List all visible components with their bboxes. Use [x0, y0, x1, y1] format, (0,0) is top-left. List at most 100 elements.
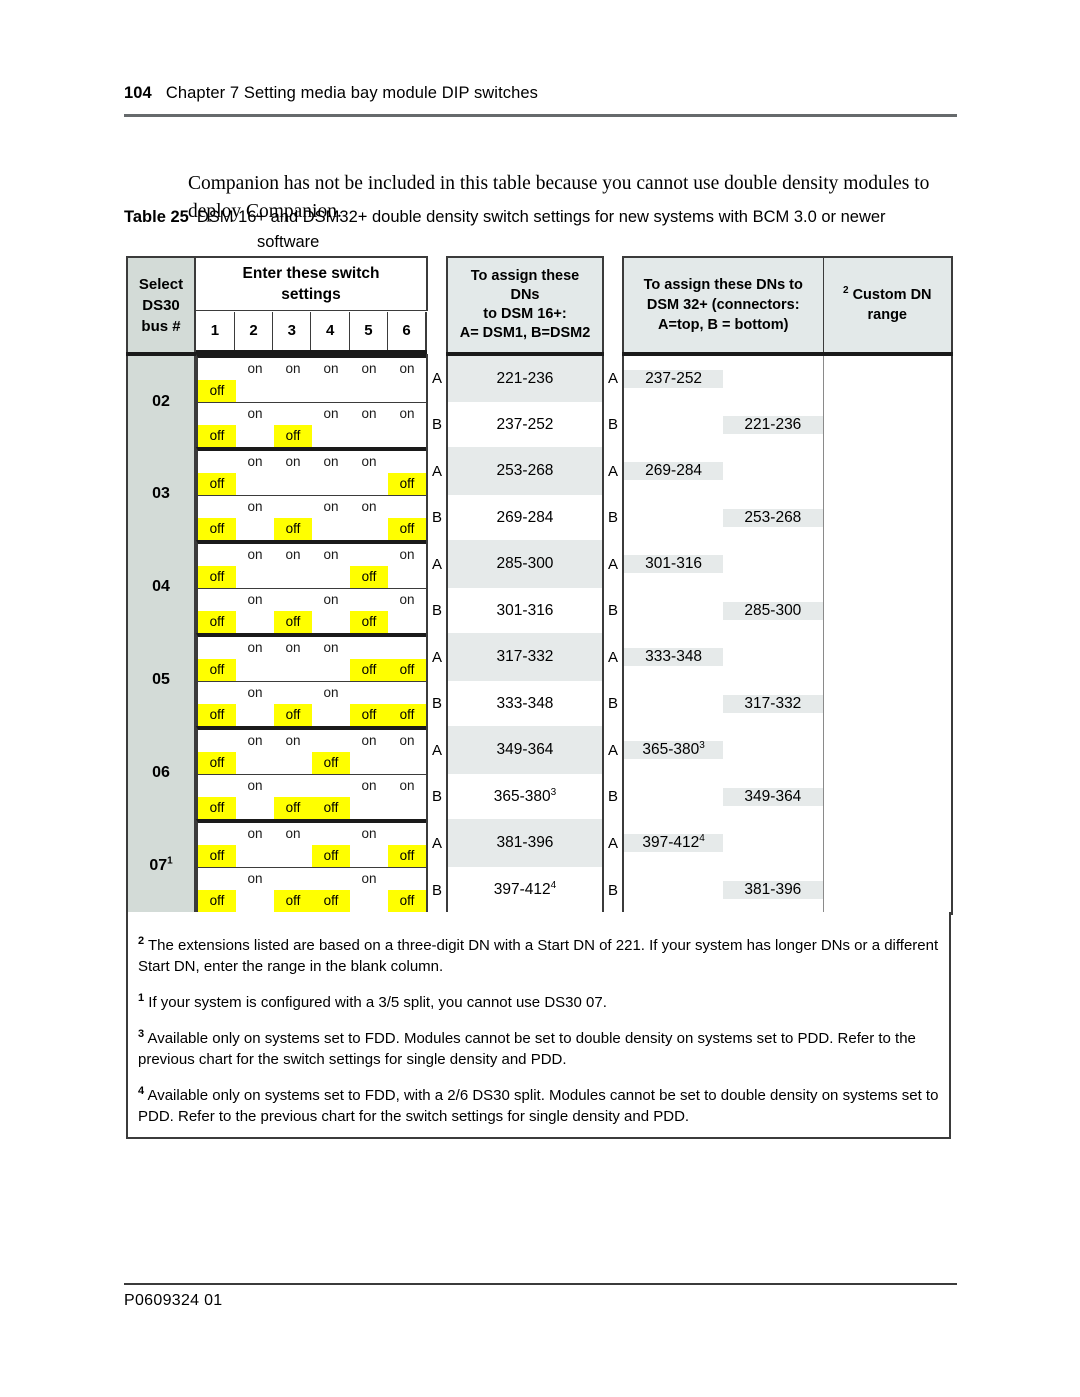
- switch-2-on-slot[interactable]: on: [236, 775, 274, 797]
- switch-4-on-slot[interactable]: [312, 823, 350, 845]
- custom-dn-range-cell[interactable]: [823, 402, 953, 447]
- switch-3-on-slot[interactable]: on: [274, 637, 312, 659]
- switch-2-off-slot[interactable]: [236, 659, 274, 681]
- switch-3-on-slot[interactable]: [274, 589, 312, 611]
- switch-2-off-slot[interactable]: [236, 704, 274, 726]
- switch-6-on-slot[interactable]: [388, 496, 426, 518]
- switch-3-off-slot[interactable]: off: [274, 704, 312, 726]
- switch-2-off-slot[interactable]: [236, 845, 274, 867]
- switch-6-off-slot[interactable]: [388, 611, 426, 633]
- switch-grid[interactable]: on on on on off off: [198, 730, 426, 774]
- switch-1-on-slot[interactable]: [198, 544, 236, 566]
- switch-3-off-slot[interactable]: off: [274, 797, 312, 819]
- switch-5-on-slot[interactable]: on: [350, 775, 388, 797]
- switch-settings-cell[interactable]: on on on on off off: [195, 447, 428, 495]
- switch-settings-cell[interactable]: on on on off off off: [195, 633, 428, 681]
- switch-4-on-slot[interactable]: on: [312, 589, 350, 611]
- switch-5-off-slot[interactable]: off: [350, 611, 388, 633]
- switch-1-off-slot[interactable]: off: [198, 659, 236, 681]
- switch-4-off-slot[interactable]: off: [312, 752, 350, 774]
- switch-4-on-slot[interactable]: on: [312, 358, 350, 380]
- switch-1-on-slot[interactable]: [198, 868, 236, 890]
- switch-1-off-slot[interactable]: off: [198, 566, 236, 588]
- custom-dn-range-cell[interactable]: [823, 540, 953, 588]
- switch-3-on-slot[interactable]: [274, 403, 312, 425]
- switch-5-off-slot[interactable]: [350, 797, 388, 819]
- switch-1-off-slot[interactable]: off: [198, 380, 236, 402]
- switch-4-off-slot[interactable]: [312, 380, 350, 402]
- switch-6-on-slot[interactable]: on: [388, 730, 426, 752]
- switch-2-off-slot[interactable]: [236, 473, 274, 495]
- switch-1-on-slot[interactable]: [198, 682, 236, 704]
- switch-2-off-slot[interactable]: [236, 797, 274, 819]
- switch-2-on-slot[interactable]: on: [236, 682, 274, 704]
- switch-6-off-slot[interactable]: [388, 797, 426, 819]
- switch-6-off-slot[interactable]: off: [388, 845, 426, 867]
- switch-grid[interactable]: on on on off off off: [198, 775, 426, 819]
- switch-3-off-slot[interactable]: [274, 845, 312, 867]
- switch-2-on-slot[interactable]: on: [236, 730, 274, 752]
- custom-dn-range-cell[interactable]: [823, 588, 953, 633]
- switch-6-on-slot[interactable]: on: [388, 403, 426, 425]
- switch-grid[interactable]: on on on off off off: [198, 496, 426, 540]
- switch-4-off-slot[interactable]: [312, 425, 350, 447]
- switch-settings-cell[interactable]: on on off off off off: [195, 867, 428, 914]
- switch-2-on-slot[interactable]: on: [236, 589, 274, 611]
- switch-3-off-slot[interactable]: off: [274, 611, 312, 633]
- custom-dn-range-cell[interactable]: [823, 867, 953, 915]
- custom-dn-range-cell[interactable]: [823, 726, 953, 774]
- switch-1-on-slot[interactable]: [198, 823, 236, 845]
- switch-5-off-slot[interactable]: [350, 380, 388, 402]
- switch-3-on-slot[interactable]: on: [274, 358, 312, 380]
- switch-3-on-slot[interactable]: on: [274, 823, 312, 845]
- switch-2-off-slot[interactable]: [236, 380, 274, 402]
- switch-grid[interactable]: on on on on off off: [198, 451, 426, 495]
- switch-settings-cell[interactable]: on on on on off off: [195, 540, 428, 588]
- custom-dn-range-cell[interactable]: [823, 495, 953, 540]
- switch-settings-cell[interactable]: on on on off off off: [195, 819, 428, 867]
- switch-3-off-slot[interactable]: off: [274, 518, 312, 540]
- switch-grid[interactable]: on on off off off off: [198, 868, 426, 912]
- custom-dn-range-cell[interactable]: [823, 447, 953, 495]
- switch-4-on-slot[interactable]: on: [312, 496, 350, 518]
- switch-5-on-slot[interactable]: on: [350, 823, 388, 845]
- switch-grid[interactable]: on on on off off off: [198, 637, 426, 681]
- switch-1-off-slot[interactable]: off: [198, 890, 236, 912]
- switch-4-on-slot[interactable]: on: [312, 403, 350, 425]
- switch-1-off-slot[interactable]: off: [198, 611, 236, 633]
- switch-1-off-slot[interactable]: off: [198, 518, 236, 540]
- switch-2-on-slot[interactable]: on: [236, 637, 274, 659]
- switch-6-on-slot[interactable]: [388, 451, 426, 473]
- switch-3-on-slot[interactable]: on: [274, 544, 312, 566]
- switch-5-on-slot[interactable]: on: [350, 358, 388, 380]
- custom-dn-range-cell[interactable]: [823, 819, 953, 867]
- switch-6-off-slot[interactable]: off: [388, 704, 426, 726]
- switch-2-on-slot[interactable]: on: [236, 496, 274, 518]
- switch-1-on-slot[interactable]: [198, 358, 236, 380]
- switch-3-on-slot[interactable]: [274, 775, 312, 797]
- switch-1-off-slot[interactable]: off: [198, 425, 236, 447]
- switch-1-off-slot[interactable]: off: [198, 704, 236, 726]
- switch-4-off-slot[interactable]: [312, 659, 350, 681]
- switch-3-on-slot[interactable]: [274, 682, 312, 704]
- switch-grid[interactable]: on on on on on off: [198, 358, 426, 402]
- switch-5-off-slot[interactable]: [350, 890, 388, 912]
- switch-2-on-slot[interactable]: on: [236, 403, 274, 425]
- switch-3-on-slot[interactable]: [274, 868, 312, 890]
- switch-3-off-slot[interactable]: [274, 473, 312, 495]
- switch-grid[interactable]: on on on on off off: [198, 544, 426, 588]
- switch-6-on-slot[interactable]: on: [388, 544, 426, 566]
- switch-4-on-slot[interactable]: [312, 868, 350, 890]
- switch-1-on-slot[interactable]: [198, 730, 236, 752]
- switch-5-on-slot[interactable]: on: [350, 730, 388, 752]
- switch-4-on-slot[interactable]: on: [312, 544, 350, 566]
- switch-grid[interactable]: on on on off off off: [198, 823, 426, 867]
- switch-settings-cell[interactable]: on on on off off off: [195, 588, 428, 633]
- switch-2-on-slot[interactable]: on: [236, 544, 274, 566]
- switch-4-off-slot[interactable]: off: [312, 797, 350, 819]
- switch-grid[interactable]: on on off off off off: [198, 682, 426, 726]
- switch-1-off-slot[interactable]: off: [198, 797, 236, 819]
- switch-6-on-slot[interactable]: [388, 823, 426, 845]
- switch-settings-cell[interactable]: on on on on on off: [195, 354, 428, 402]
- switch-6-off-slot[interactable]: off: [388, 890, 426, 912]
